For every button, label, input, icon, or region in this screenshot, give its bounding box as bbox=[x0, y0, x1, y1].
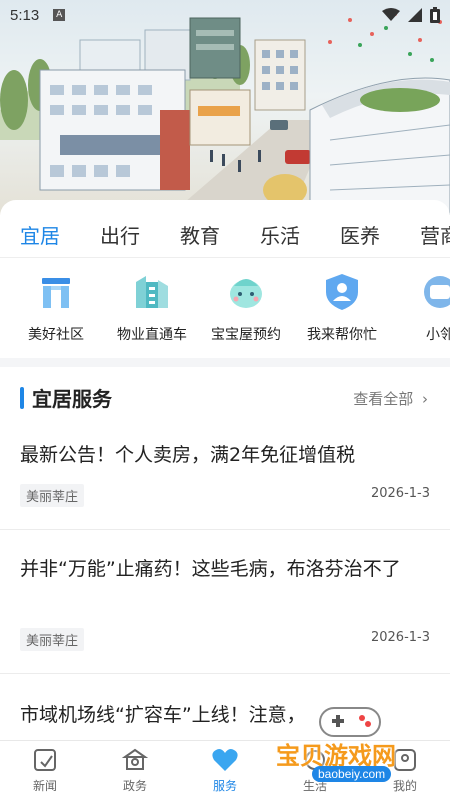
status-bar: 5:13 A bbox=[0, 0, 450, 30]
section-gap bbox=[0, 358, 450, 367]
city-illustration bbox=[0, 12, 450, 215]
news-tag: 美丽莘庄 bbox=[20, 484, 85, 507]
view-all-label: 查看全部 bbox=[353, 390, 414, 408]
service-label: 小邻 bbox=[426, 327, 450, 343]
nav-services[interactable]: 服务 bbox=[195, 747, 255, 794]
chevron-right-icon: › bbox=[422, 390, 428, 408]
nav-government[interactable]: 政务 bbox=[105, 747, 165, 794]
notification-icon: A bbox=[53, 9, 66, 21]
tab-lehuo[interactable]: 乐活 bbox=[260, 220, 300, 249]
news-item[interactable]: 最新公告！个人卖房，满2年免征增值税 美丽莘庄 2026-1-3 bbox=[0, 438, 450, 530]
news-title: 最新公告！个人卖房，满2年免征增值税 bbox=[20, 444, 356, 466]
neighbor-icon bbox=[424, 276, 450, 308]
nav-label: 服务 bbox=[212, 779, 237, 793]
watermark: 宝贝游戏网 baobeiy.com bbox=[270, 700, 440, 795]
news-title: 并非“万能”止痛药！这些毛病，布洛芬治不了 bbox=[20, 558, 401, 580]
service-item-community[interactable]: 美好社区 bbox=[8, 270, 104, 344]
service-label: 宝宝屋预约 bbox=[211, 327, 281, 343]
tab-yiyang[interactable]: 医养 bbox=[340, 220, 380, 249]
section-accent-bar bbox=[20, 387, 24, 409]
content-sheet: 宜居 出行 教育 乐活 医养 营商 美好社区 物业直通车 bbox=[0, 200, 450, 740]
view-all-link[interactable]: 查看全部 › bbox=[353, 388, 428, 409]
government-icon bbox=[122, 748, 148, 770]
news-tag: 美丽莘庄 bbox=[20, 628, 85, 651]
section-header: 宜居服务 查看全部 › bbox=[0, 380, 450, 416]
gamepad-icon bbox=[319, 707, 381, 737]
service-item-neighbor[interactable]: 小邻 bbox=[392, 270, 450, 344]
news-divider bbox=[0, 529, 450, 530]
shield-person-icon bbox=[326, 274, 358, 310]
wifi-icon bbox=[382, 8, 400, 21]
service-shortcuts: 美好社区 物业直通车 宝宝屋预约 我来帮你忙 小邻 bbox=[0, 270, 450, 350]
tab-chuxing[interactable]: 出行 bbox=[100, 220, 140, 249]
signal-icon bbox=[408, 8, 422, 22]
gate-icon bbox=[42, 278, 70, 308]
status-time: 5:13 bbox=[10, 6, 40, 24]
service-label: 美好社区 bbox=[28, 327, 84, 343]
section-title: 宜居服务 bbox=[32, 387, 112, 411]
service-item-baby[interactable]: 宝宝屋预约 bbox=[198, 270, 294, 344]
battery-icon bbox=[430, 7, 440, 23]
buildings-icon bbox=[136, 276, 168, 308]
service-label: 物业直通车 bbox=[117, 327, 187, 343]
nav-news[interactable]: 新闻 bbox=[15, 747, 75, 794]
category-tabs: 宜居 出行 教育 乐活 医养 营商 bbox=[0, 220, 450, 256]
hero-banner[interactable] bbox=[0, 0, 450, 215]
tab-yiju[interactable]: 宜居 bbox=[20, 220, 60, 249]
news-divider bbox=[0, 673, 450, 674]
nav-label: 政务 bbox=[122, 779, 147, 793]
news-item[interactable]: 并非“万能”止痛药！这些毛病，布洛芬治不了 美丽莘庄 2026-1-3 bbox=[0, 552, 450, 692]
tab-jiaoyu[interactable]: 教育 bbox=[180, 220, 220, 249]
service-label: 我来帮你忙 bbox=[307, 327, 377, 343]
news-date: 2026-1-3 bbox=[370, 486, 430, 501]
news-date: 2026-1-3 bbox=[370, 630, 430, 645]
nav-label: 新闻 bbox=[32, 779, 57, 793]
heart-icon bbox=[212, 749, 238, 771]
service-item-property[interactable]: 物业直通车 bbox=[104, 270, 200, 344]
watermark-url: baobeiy.com bbox=[312, 766, 392, 782]
news-icon bbox=[34, 749, 56, 771]
baby-icon bbox=[230, 279, 262, 308]
tabs-divider bbox=[0, 257, 450, 258]
tab-yingshang[interactable]: 营商 bbox=[420, 220, 450, 249]
service-item-help[interactable]: 我来帮你忙 bbox=[294, 270, 390, 344]
